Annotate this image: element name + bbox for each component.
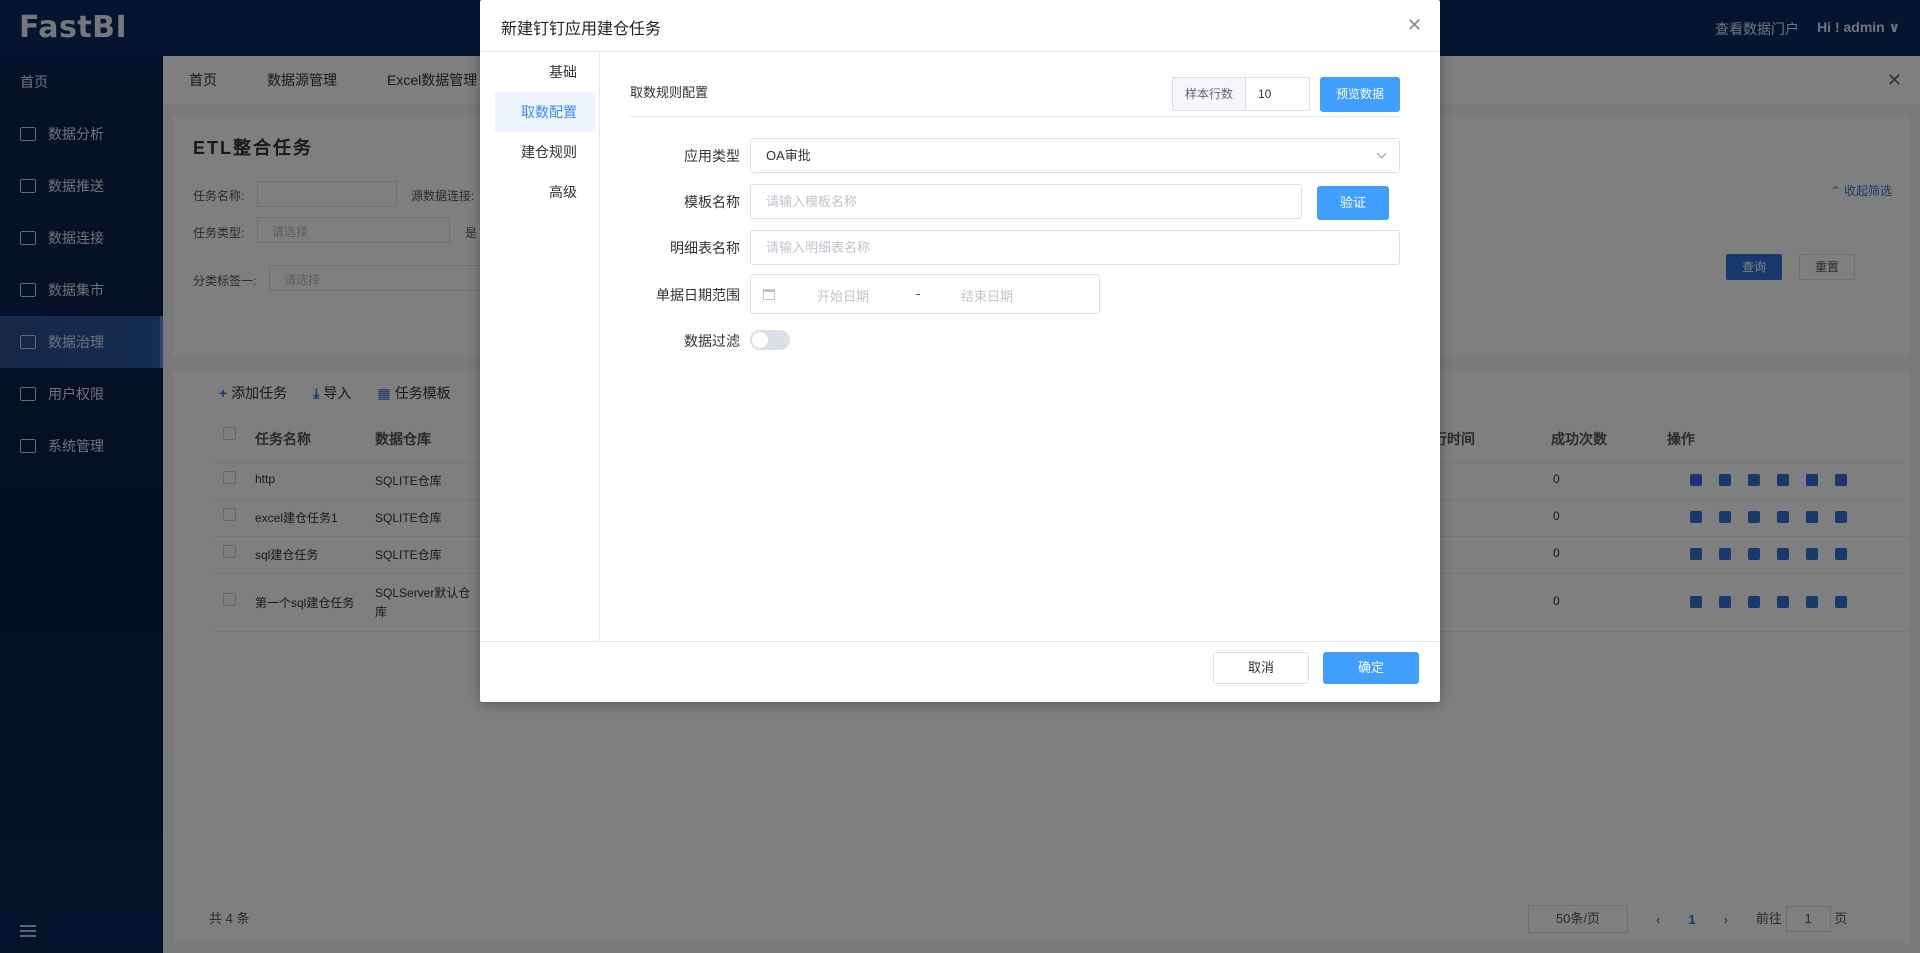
detail-table-label: 明细表名称 xyxy=(670,240,740,256)
nav-advanced[interactable]: 高级 xyxy=(495,172,595,212)
nav-fetch-config[interactable]: 取数配置 xyxy=(495,92,595,132)
close-icon[interactable]: ✕ xyxy=(1407,16,1422,34)
nav-label: 高级 xyxy=(549,184,577,200)
preview-data-button[interactable]: 预览数据 xyxy=(1320,77,1400,112)
date-separator: - xyxy=(916,286,921,301)
chevron-down-icon xyxy=(1376,148,1387,159)
nav-basic[interactable]: 基础 xyxy=(495,52,595,92)
date-range-label: 单据日期范围 xyxy=(656,287,740,303)
sample-rows-field: 样本行数 10 xyxy=(1172,77,1310,111)
date-end[interactable]: 结束日期 xyxy=(961,286,1013,305)
section-title: 取数规则配置 xyxy=(630,85,709,100)
dialog-footer: 取消 确定 xyxy=(480,641,1440,702)
nav-label: 取数配置 xyxy=(521,104,577,120)
nav-label: 基础 xyxy=(549,64,577,80)
data-filter-switch[interactable] xyxy=(750,330,790,350)
cancel-button[interactable]: 取消 xyxy=(1213,652,1309,684)
app-type-select[interactable]: OA审批 xyxy=(750,138,1400,173)
app-type-value: OA审批 xyxy=(766,148,811,163)
nav-label: 建仓规则 xyxy=(521,144,577,160)
nav-build-rules[interactable]: 建仓规则 xyxy=(495,132,595,172)
detail-table-input[interactable]: 请输入明细表名称 xyxy=(750,230,1400,265)
verify-button[interactable]: 验证 xyxy=(1317,186,1389,220)
calendar-icon xyxy=(763,289,775,300)
new-task-dialog: 新建钉钉应用建仓任务 ✕ 基础 取数配置 建仓规则 高级 取数规则配置 样本行数… xyxy=(480,0,1440,702)
template-name-label: 模板名称 xyxy=(684,194,740,210)
app-type-label: 应用类型 xyxy=(684,148,740,164)
template-name-input[interactable]: 请输入模板名称 xyxy=(750,184,1302,219)
data-filter-label: 数据过滤 xyxy=(684,333,740,349)
dialog-title: 新建钉钉应用建仓任务 xyxy=(501,21,662,38)
confirm-button[interactable]: 确定 xyxy=(1323,652,1419,684)
date-range-picker[interactable]: 开始日期 - 结束日期 xyxy=(750,274,1100,314)
section-divider xyxy=(630,116,1400,117)
dialog-steps-nav: 基础 取数配置 建仓规则 高级 xyxy=(480,52,600,641)
date-start[interactable]: 开始日期 xyxy=(817,286,869,305)
sample-rows-label: 样本行数 xyxy=(1172,77,1246,111)
dialog-header: 新建钉钉应用建仓任务 ✕ xyxy=(480,0,1440,52)
sample-rows-input[interactable]: 10 xyxy=(1246,77,1310,111)
